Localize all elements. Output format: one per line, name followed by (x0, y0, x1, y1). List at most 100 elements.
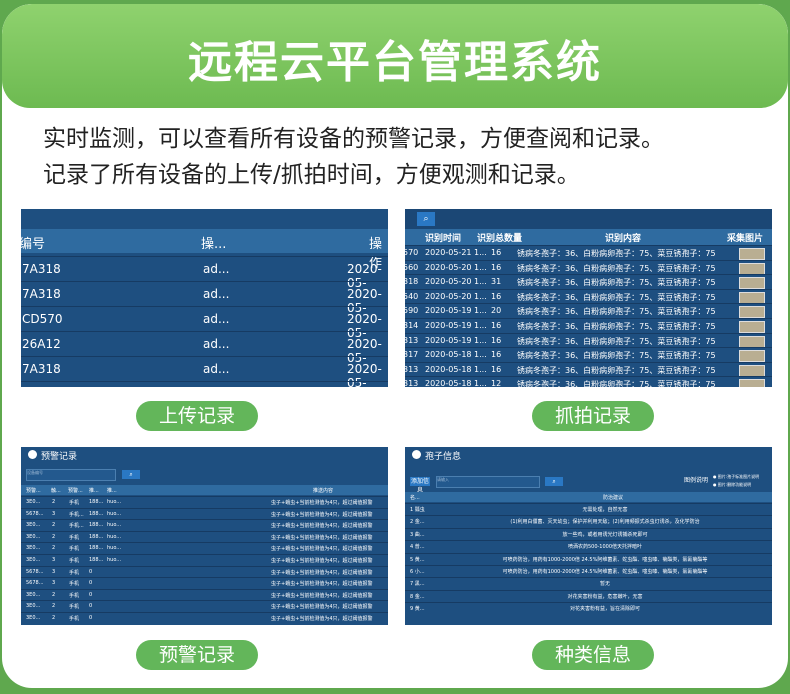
table-row[interactable]: 313 2020-05-18 1... 16 锈病冬孢子：36、白粉病卵孢子：75、菜… (405, 361, 772, 378)
capture-thumbnail[interactable] (739, 248, 765, 260)
capture-thumbnail[interactable] (739, 379, 765, 387)
table-row[interactable]: 4 普... 喷洒农药500-1000倍天托拌暗叶 (405, 540, 772, 552)
table-row[interactable]: 5678... 3 手机 0 虫子+蛾虫+当前检测值为4只，超过阈值报警 (21, 577, 388, 589)
table-row[interactable]: 3E0... 2 手机 188... huo... 虫子+蛾虫+当前检测值为4只，超过阈值… (21, 496, 388, 508)
table-cell: 2 (52, 591, 56, 598)
table-row[interactable]: 590 2020-05-19 1... 20 锈病冬孢子：36、白粉病卵孢子：75、菜… (405, 303, 772, 319)
table-cell: 9 黄... (410, 606, 425, 613)
table-row[interactable]: 3E0... 2 手机 188... huo... 虫子+蛾虫+当前检测值为4只，超过阈值… (21, 542, 388, 554)
table-header: 编号 操... 操作 (21, 229, 388, 271)
table-row[interactable]: 7A318ad...2020-05- (21, 281, 388, 315)
table-cell: 0 (89, 615, 93, 621)
table-row[interactable]: 3E0... 2 手机... 188... huo... 虫子+蛾虫+当前检测值为4只，超… (21, 519, 388, 531)
table-row[interactable]: 3 曲... 放一些鸡，或者用诱光灯诱捕杀死即可 (405, 527, 772, 540)
table-row[interactable]: 318 2020-05-20 1... 31 锈病冬孢子：36、白粉病卵孢子：75、菜… (405, 274, 772, 290)
table-cell: 188... (89, 557, 104, 563)
table-row[interactable]: 9 黄... 对花夹害粉有益，旨在清除即可 (405, 602, 772, 614)
table-cell: 锈病冬孢子：36、白粉病卵孢子：75、菜豆锈孢子：75 (517, 249, 716, 258)
table-cell: 手机 (69, 558, 80, 564)
warning-records-label: 预警记录 (136, 640, 258, 670)
table-cell: 0 (89, 580, 93, 587)
table-row[interactable]: 8 金... 对花夹害粉有益，危害嫩叶，无害 (405, 589, 772, 602)
table-row[interactable]: 314 2020-05-19 1... 16 锈病冬孢子：36、白粉病卵孢子：75、菜… (405, 318, 772, 334)
table-cell: 20 (491, 306, 502, 316)
table-row[interactable]: 3E0... 2 手机 0 虫子+蛾虫+当前检测值为4只，超过阈值报警 (21, 600, 388, 612)
table-row[interactable]: 5678... 3 手机... 188... huo... 虫子+蛾虫+当前检测值为4只，… (21, 507, 388, 520)
legend-item: ● 图片:孢子标准图片说明 (713, 474, 760, 479)
table-cell: 虫子+蛾虫+当前检测值为4只，超过阈值报警 (271, 558, 373, 564)
capture-thumbnail[interactable] (739, 306, 765, 319)
table-cell: 2020-05-18 1... (425, 350, 487, 360)
table-cell: ad... (203, 362, 230, 376)
capture-thumbnail[interactable] (739, 321, 765, 333)
search-button[interactable]: ⌕ (417, 212, 435, 226)
table-row[interactable]: 3E0... 2 手机 188... huo... 虫子+蛾虫+当前检测值为4只，超过阈值… (21, 530, 388, 543)
table-cell: 3 曲... (410, 531, 425, 538)
add-info-button[interactable]: 添加信息 (410, 477, 430, 494)
column-header: 预警... (26, 488, 41, 494)
table-cell: 16 (491, 291, 502, 301)
bullet-icon (28, 450, 37, 459)
table-row[interactable]: 7 黑... 暂无 (405, 577, 772, 589)
table-row[interactable]: 313 2020-05-18 1... 12 锈病冬孢子：36、白粉病卵孢子：75、菜… (405, 376, 772, 387)
table-cell: 16 (491, 350, 502, 360)
table-row[interactable]: 26A12 ad... 2020-05- (21, 331, 388, 365)
capture-thumbnail[interactable] (739, 350, 765, 363)
table-cell: 16 (491, 364, 502, 374)
table-row[interactable]: 5678... 3 手机 0 虫子+蛾虫+当前检测值为4只，超过阈值报警 (21, 565, 388, 578)
table-row[interactable]: 570 2020-05-21 1... 16 锈病冬孢子：36、白粉病卵孢子：75、菜… (405, 245, 772, 261)
table-cell: 3 (52, 568, 56, 575)
table-cell: 7A318 (22, 262, 61, 276)
table-row[interactable]: 6 小... 可喷药防治，用药有1000-2000倍 24.5%阿维菌素、蛇虫酯、… (405, 565, 772, 577)
table-row[interactable]: 540 2020-05-20 1... 16 锈病冬孢子：36、白粉病卵孢子：75、菜… (405, 288, 772, 305)
table-row[interactable]: 7A318ad...2020-05- (21, 356, 388, 387)
capture-thumbnail[interactable] (739, 335, 765, 348)
panel-title: 预警记录 (21, 447, 388, 463)
table-row[interactable]: 317 2020-05-18 1... 16 锈病冬孢子：36、白粉病卵孢子：75、菜… (405, 347, 772, 363)
description-line-2: 记录了所有设备的上传/抓拍时间，方便观测和记录。 (43, 162, 580, 188)
table-cell: huo... (107, 557, 122, 563)
table-row[interactable]: 313 2020-05-19 1... 16 锈病冬孢子：36、白粉病卵孢子：75、菜… (405, 332, 772, 349)
search-input[interactable]: 请输入 (436, 476, 540, 488)
table-cell: 3 (52, 580, 56, 587)
capture-thumbnail[interactable] (739, 262, 765, 275)
search-input[interactable]: 设备编号 (26, 469, 116, 481)
table-row[interactable]: 3E0... 3 手机 188... huo... 虫子+蛾虫+当前检测值为4只，超过阈值… (21, 554, 388, 566)
capture-thumbnail[interactable] (739, 277, 765, 290)
table-cell: 188... (89, 510, 104, 517)
table-cell: huo... (107, 545, 122, 552)
column-header: 推送内容 (313, 488, 334, 494)
table-cell: 5678... (26, 580, 44, 587)
table-cell: 锈病冬孢子：36、白粉病卵孢子：75、菜豆锈孢子：75 (517, 307, 716, 317)
table-cell: 16 (491, 248, 502, 257)
table-cell: (1)利用白僵菌、灭天幼虫；保护并利用天敌；(2)利用频振式杀虫灯诱杀，及化学防… (510, 519, 700, 526)
column-header: 触... (51, 488, 61, 494)
table-cell: 5678... (26, 568, 44, 575)
table-cell: 喷洒农药500-1000倍天托拌暗叶 (567, 544, 643, 551)
table-cell: 虫子+蛾虫+当前检测值为4只，超过阈值报警 (271, 616, 373, 622)
table-cell: 16 (491, 321, 502, 330)
table-row[interactable]: 3E0... 2 手机 0 虫子+蛾虫+当前检测值为4只，超过阈值报警 (21, 588, 388, 601)
table-row[interactable]: 560 2020-05-20 1... 16 锈病冬孢子：36、白粉病卵孢子：75、菜… (405, 259, 772, 276)
search-icon: ⌕ (423, 214, 429, 224)
table-cell: 锈病冬孢子：36、白粉病卵孢子：75、菜豆锈孢子：75 (517, 380, 716, 387)
table-row[interactable]: 3E0... 2 手机 0 虫子+蛾虫+当前检测值为4只，超过阈值报警 (21, 612, 388, 624)
table-cell: 2020-05-18 1... (425, 379, 487, 387)
panel-title: 孢子信息 (405, 447, 772, 463)
capture-thumbnail[interactable] (739, 364, 765, 377)
table-row[interactable]: 5 黄... 可喷药防治，用药有1000-2000倍 24.5%阿维菌素、蛇虫酯、… (405, 552, 772, 565)
table-row[interactable]: 7A318ad...2020-05- (21, 256, 388, 290)
toolbar: ⌕ (405, 209, 772, 229)
search-button[interactable]: ⌕ (545, 477, 563, 486)
table-cell: 5 黄... (410, 556, 425, 563)
table-cell: 手机... (69, 511, 84, 518)
table-cell: 0 (89, 591, 93, 598)
capture-thumbnail[interactable] (739, 291, 765, 304)
table-row[interactable]: 1 瓢虫 无需处理，自然无害 (405, 503, 772, 515)
table-row[interactable]: CD570 ad... 2020-05- (21, 306, 388, 340)
column-header: 推... (107, 488, 117, 494)
table-row[interactable]: 2 金... (1)利用白僵菌、灭天幼虫；保护并利用天敌；(2)利用频振式杀虫灯诱… (405, 515, 772, 527)
table-row[interactable]: 7A318ad...2020-05- (21, 381, 388, 387)
search-button[interactable]: ⌕ (122, 470, 140, 479)
table-cell: 虫子+蛾虫+当前检测值为4只，超过阈值报警 (271, 500, 373, 506)
